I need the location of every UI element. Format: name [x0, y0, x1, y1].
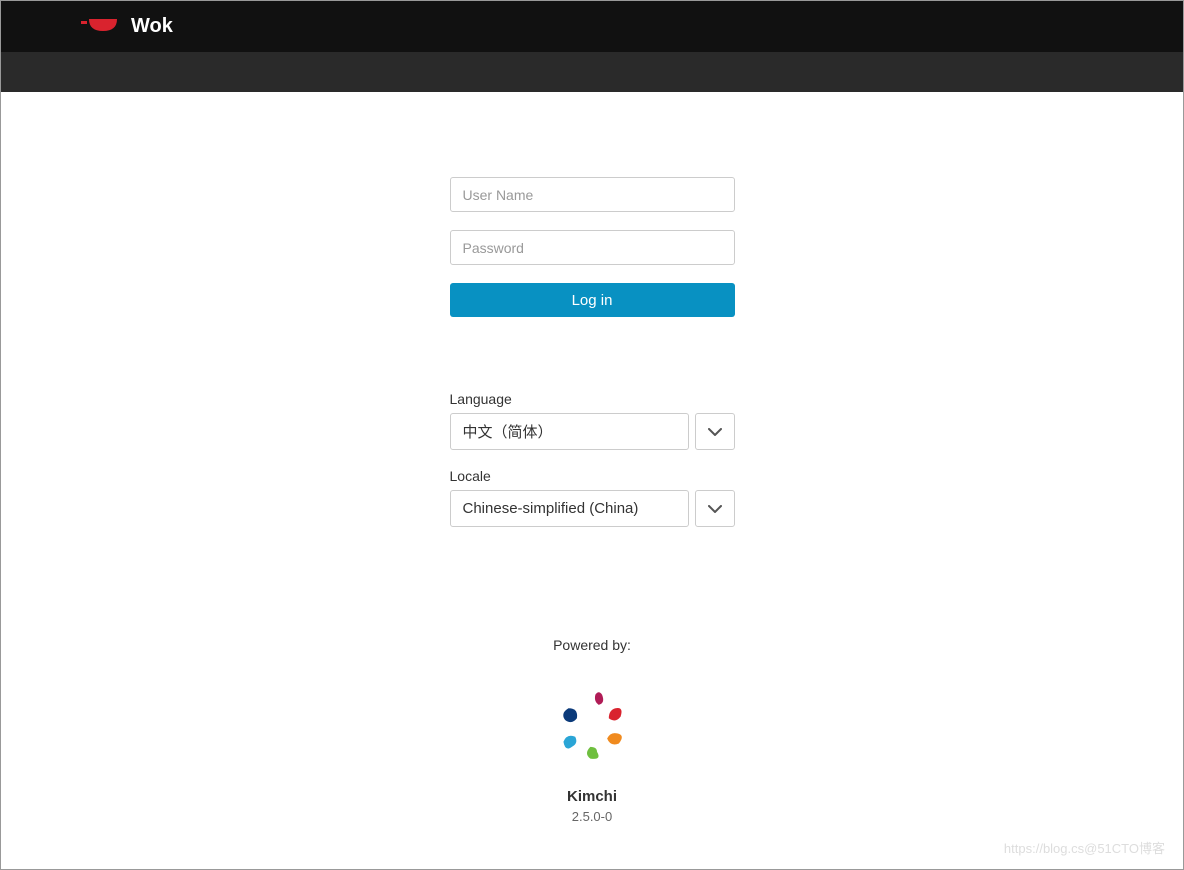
- password-input[interactable]: [450, 230, 735, 265]
- top-navbar: Wok: [1, 1, 1183, 52]
- locale-selected-value: Chinese-simplified (China): [463, 500, 639, 517]
- brand-logo-wrap: Wok: [81, 15, 173, 38]
- chevron-down-icon: [708, 500, 722, 518]
- locale-label: Locale: [450, 468, 735, 484]
- powered-by-label: Powered by:: [550, 637, 634, 653]
- kimchi-logo-icon: [550, 683, 634, 772]
- language-label: Language: [450, 391, 735, 407]
- login-form: Log in Language 中文（简体） Locale: [450, 177, 735, 545]
- product-version: 2.5.0-0: [550, 809, 634, 824]
- brand-name: Wok: [131, 15, 173, 38]
- locale-select[interactable]: Chinese-simplified (China): [450, 490, 689, 527]
- login-button[interactable]: Log in: [450, 283, 735, 317]
- chevron-down-icon: [708, 423, 722, 441]
- wok-icon: [81, 15, 121, 38]
- product-name: Kimchi: [550, 788, 634, 805]
- powered-by-section: Powered by: Kimchi 2.5.0-0: [550, 637, 634, 824]
- main-content: Log in Language 中文（简体） Locale: [1, 92, 1183, 824]
- watermark-text: https://blog.cs@51CTO博客: [1004, 838, 1165, 857]
- locale-group: Locale Chinese-simplified (China): [450, 468, 735, 527]
- username-input[interactable]: [450, 177, 735, 212]
- language-selected-value: 中文（简体）: [463, 421, 553, 442]
- locale-dropdown-toggle[interactable]: [695, 490, 735, 527]
- language-group: Language 中文（简体）: [450, 391, 735, 450]
- language-dropdown-toggle[interactable]: [695, 413, 735, 450]
- language-select[interactable]: 中文（简体）: [450, 413, 689, 450]
- selectors-block: Language 中文（简体） Locale Chinese: [450, 391, 735, 527]
- sub-navbar: [1, 52, 1183, 92]
